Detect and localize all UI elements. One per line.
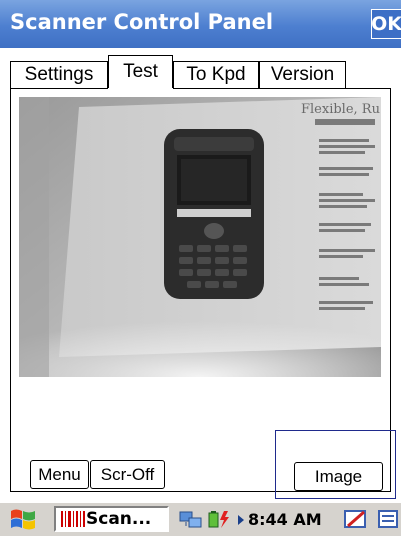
battery-icon[interactable]: [206, 508, 234, 530]
device-photo: [164, 129, 264, 299]
image-button[interactable]: Image: [294, 462, 383, 491]
expand-arrow-icon[interactable]: [236, 512, 246, 526]
tab-version[interactable]: Version: [259, 61, 346, 88]
menu-button[interactable]: Menu: [30, 460, 89, 489]
tab-test[interactable]: Test: [108, 55, 173, 88]
input-panel-icon[interactable]: [342, 508, 370, 530]
barcode-icon: [60, 510, 86, 528]
scr-off-button[interactable]: Scr-Off: [90, 460, 165, 489]
ok-button[interactable]: OK: [371, 9, 401, 39]
title-bar: Scanner Control Panel OK: [0, 0, 401, 48]
captured-image: Flexible, Ru: [19, 97, 381, 377]
panel-border: [173, 88, 391, 89]
tab-settings[interactable]: Settings: [10, 61, 108, 88]
network-icon[interactable]: [178, 508, 206, 530]
scanner-image-preview: Flexible, Ru: [19, 97, 381, 377]
clock[interactable]: 8:44 AM: [248, 508, 322, 530]
window-title: Scanner Control Panel: [10, 10, 274, 34]
windows-flag-icon[interactable]: [8, 508, 38, 530]
taskbar-item-scanner[interactable]: Scan...: [54, 506, 169, 532]
tab-to-kpd[interactable]: To Kpd: [173, 61, 259, 88]
panel-border: [10, 88, 108, 89]
preview-heading: Flexible, Ru: [301, 102, 380, 117]
taskbar-item-label: Scan...: [86, 509, 152, 529]
keyboard-icon[interactable]: [376, 508, 400, 530]
